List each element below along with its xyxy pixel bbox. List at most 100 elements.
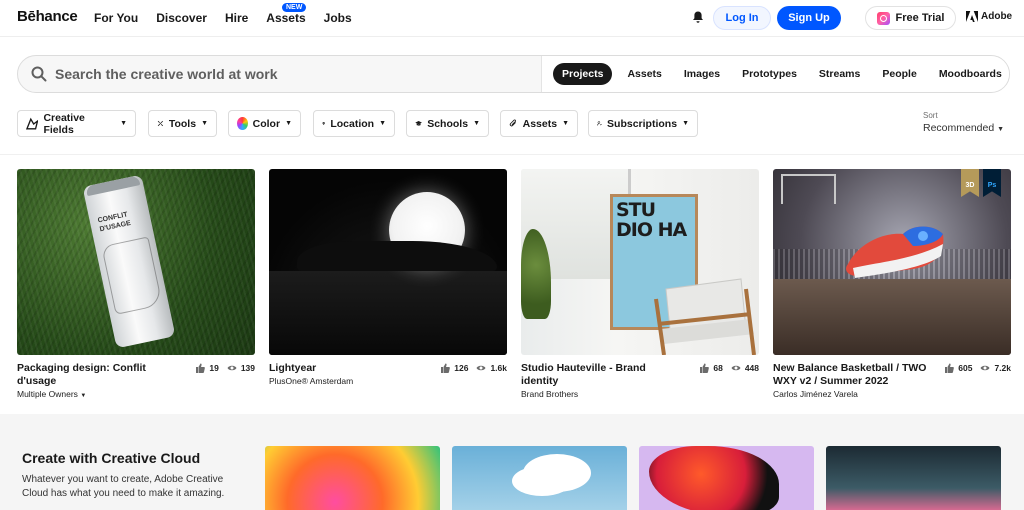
nav-for-you[interactable]: For You — [94, 11, 138, 25]
section-title: Create with Creative Cloud — [22, 450, 201, 466]
view-count: 1.6k — [490, 363, 507, 373]
nav-links: For You Discover Hire Assets Jobs — [94, 11, 370, 25]
owner-name: Multiple Owners — [17, 389, 78, 399]
filter-label: Creative Fields — [43, 111, 85, 136]
cc-tile[interactable] — [452, 446, 627, 510]
filter-creative-fields[interactable]: Creative Fields ▼ — [17, 110, 136, 137]
project-thumbnail[interactable]: STU DIO HA — [521, 169, 759, 355]
bell-icon[interactable] — [692, 11, 704, 24]
top-nav: Bēhance For You Discover Hire Assets Job… — [0, 0, 1024, 37]
thumbs-up-icon — [700, 363, 710, 373]
view-count: 7.2k — [994, 363, 1011, 373]
badge-photoshop: Ps — [983, 169, 1001, 197]
cc-tile[interactable] — [826, 446, 1001, 510]
tab-assets[interactable]: Assets — [620, 63, 668, 85]
tab-projects[interactable]: Projects — [553, 63, 613, 85]
location-pin-icon — [322, 121, 325, 125]
search-bar: Projects Assets Images Prototypes Stream… — [17, 55, 1010, 93]
project-stats: 68 448 — [699, 363, 759, 373]
filter-subscriptions[interactable]: Subscriptions ▼ — [588, 110, 698, 137]
like-count: 126 — [454, 363, 469, 373]
tools-icon — [157, 120, 164, 127]
project-thumbnail[interactable] — [269, 169, 507, 355]
signup-button[interactable]: Sign Up — [777, 6, 841, 30]
adobe-link[interactable]: Adobe — [966, 11, 1012, 22]
nav-jobs[interactable]: Jobs — [324, 11, 352, 25]
floor — [269, 271, 507, 355]
section-description: Whatever you want to create, Adobe Creat… — [22, 474, 225, 499]
tab-prototypes[interactable]: Prototypes — [735, 63, 804, 85]
nav-discover[interactable]: Discover — [156, 11, 207, 25]
project-owner[interactable]: PlusOne® Amsterdam — [269, 376, 353, 386]
badge-3d: 3D — [961, 169, 979, 197]
behance-logo[interactable]: Bēhance — [17, 8, 78, 25]
adobe-label: Adobe — [981, 11, 1013, 22]
tab-people[interactable]: People — [875, 63, 923, 85]
like-count: 68 — [713, 363, 723, 373]
nav-hire[interactable]: Hire — [225, 11, 248, 25]
like-count: 19 — [209, 363, 219, 373]
divider — [0, 154, 1024, 155]
project-stats: 126 1.6k — [440, 363, 507, 373]
filter-label: Color — [252, 117, 281, 130]
project-thumbnail[interactable]: 3D Ps — [773, 169, 1011, 355]
subscriptions-icon — [597, 121, 602, 126]
project-title[interactable]: New Balance Basketball / TWO WXY v2 / Su… — [773, 362, 938, 388]
filter-label: Schools — [427, 117, 469, 130]
search-input[interactable] — [55, 64, 525, 84]
eye-icon — [227, 365, 237, 371]
chair-illustration — [654, 278, 756, 355]
project-title[interactable]: Studio Hauteville - Brand identity — [521, 362, 686, 388]
filter-label: Assets — [522, 117, 558, 130]
like-count: 605 — [958, 363, 973, 373]
filter-assets[interactable]: Assets ▼ — [500, 110, 578, 137]
filter-color[interactable]: Color ▼ — [228, 110, 301, 137]
eye-icon — [731, 365, 741, 371]
chevron-down-icon: ▼ — [201, 120, 208, 127]
creative-cloud-section: Create with Creative Cloud Whatever you … — [0, 414, 1024, 510]
filter-location[interactable]: Location ▼ — [313, 110, 395, 137]
search-field[interactable] — [18, 56, 541, 92]
chevron-down-icon: ▼ — [120, 120, 127, 127]
tab-moodboards[interactable]: Moodboards — [932, 63, 1009, 85]
project-card: 3D Ps New Balance Basketball / TWO WXY v… — [773, 169, 1011, 399]
project-stats: 19 139 — [195, 363, 255, 373]
filter-tools[interactable]: Tools ▼ — [148, 110, 217, 137]
search-type-tabs: Projects Assets Images Prototypes Stream… — [541, 56, 1009, 92]
sort-dropdown[interactable]: Recommended ▼ — [923, 122, 1004, 134]
project-owner[interactable]: Brand Brothers — [521, 389, 578, 399]
eye-icon — [476, 365, 486, 371]
sneaker-illustration — [846, 226, 944, 278]
free-trial-button[interactable]: Free Trial — [865, 6, 956, 30]
graduation-cap-icon — [415, 121, 422, 126]
can-doodle — [101, 236, 163, 315]
new-badge: NEW — [282, 3, 307, 12]
sort-label: Sort — [923, 111, 938, 120]
filter-schools[interactable]: Schools ▼ — [406, 110, 489, 137]
tab-images[interactable]: Images — [677, 63, 727, 85]
login-button[interactable]: Log In — [713, 6, 771, 30]
chevron-down-icon: ▼ — [285, 120, 292, 127]
court — [773, 279, 1011, 355]
project-owner[interactable]: Multiple Owners ▼ — [17, 389, 86, 399]
project-card: CONFLIT D'USAGE Packaging design: Confli… — [17, 169, 255, 399]
eye-icon — [980, 365, 990, 371]
project-title[interactable]: Packaging design: Conflit d'usage — [17, 362, 182, 388]
cc-tile[interactable] — [265, 446, 440, 510]
paperclip-icon — [509, 119, 516, 127]
adobe-icon — [966, 11, 978, 22]
nav-assets[interactable]: Assets — [266, 11, 305, 25]
project-owner[interactable]: Carlos Jiménez Varela — [773, 389, 858, 399]
cc-tile[interactable] — [639, 446, 814, 510]
chevron-down-icon: ▼ — [562, 120, 569, 127]
project-thumbnail[interactable]: CONFLIT D'USAGE — [17, 169, 255, 355]
thumbs-up-icon — [945, 363, 955, 373]
project-title[interactable]: Lightyear — [269, 362, 434, 375]
creative-fields-icon — [26, 117, 39, 130]
free-trial-label: Free Trial — [895, 12, 945, 24]
chevron-down-icon: ▼ — [80, 393, 87, 399]
tab-streams[interactable]: Streams — [812, 63, 867, 85]
chevron-down-icon: ▼ — [997, 126, 1005, 133]
chevron-down-icon: ▼ — [379, 120, 386, 127]
project-stats: 605 7.2k — [944, 363, 1011, 373]
